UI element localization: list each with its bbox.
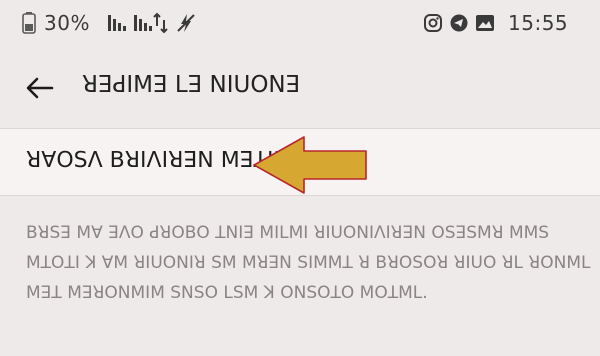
telegram-icon [450, 14, 468, 32]
description-line: ꓐꓤꓢꓱ ꓟꓯ ꓱꓥꓳ ꓒꓤꓳꓐꓳ ꓕꓠꓲꓱ ꓟꓲꓡꓟꓲ ꓤꓲꓴꓳꓠꓲꓥꓲꓤꓱꓠ… [26, 223, 550, 243]
clock: 15:55 [508, 10, 568, 36]
battery-icon [22, 12, 36, 34]
no-charge-group [176, 10, 196, 36]
no-charge-icon [177, 14, 195, 32]
app-bar: ꓤꓱꓒꓲꓟꓱ ꓡꓱ ꓠꓲꓴꓳꓠꓱ [0, 48, 600, 128]
signal-group [108, 10, 156, 36]
page-title: ꓤꓱꓒꓲꓟꓱ ꓡꓱ ꓠꓲꓴꓳꓠꓱ [82, 72, 301, 98]
option-description: ꓐꓤꓢꓱ ꓟꓯ ꓱꓥꓳ ꓒꓤꓳꓐꓳ ꓕꓠꓲꓱ ꓟꓲꓡꓟꓲ ꓤꓲꓴꓳꓠꓲꓥꓲꓤꓱꓠ… [26, 218, 591, 308]
arrow-left-icon [26, 77, 54, 99]
clock-time: 15:55 [508, 11, 569, 35]
description-line: ꓟꓱꓕ ꓟꓱꓤꓳꓠꓟꓲꓟ ꓢꓠꓢꓳ ꓡꓢꓟ ꓘ ꓳꓠꓢꓳꓕꓳ ꓟꓳꓕꓟꓡ. [26, 283, 428, 303]
divider [0, 195, 600, 196]
app-notification-icons [424, 10, 494, 36]
image-icon [476, 15, 494, 31]
description-line: ꓟꓕꓳꓕꓲ ꓘ ꓯꓟ ꓤꓲꓴꓳꓠꓲꓤ ꓢꓟ ꓟꓤꓱꓠ ꓢꓲꓟꓟꓕ ꓤ ꓐꓤꓳꓢꓳ… [26, 253, 591, 273]
data-arrows-icon [153, 12, 168, 34]
data-arrows-group [152, 10, 170, 36]
back-button[interactable] [20, 70, 60, 106]
instagram-icon [424, 14, 442, 32]
signal-icon [108, 15, 126, 31]
annotation-arrow-icon [253, 136, 367, 194]
battery-group: 30% [22, 10, 90, 36]
battery-percent: 30% [44, 11, 90, 35]
status-bar: 30% 15:55 [0, 0, 600, 48]
